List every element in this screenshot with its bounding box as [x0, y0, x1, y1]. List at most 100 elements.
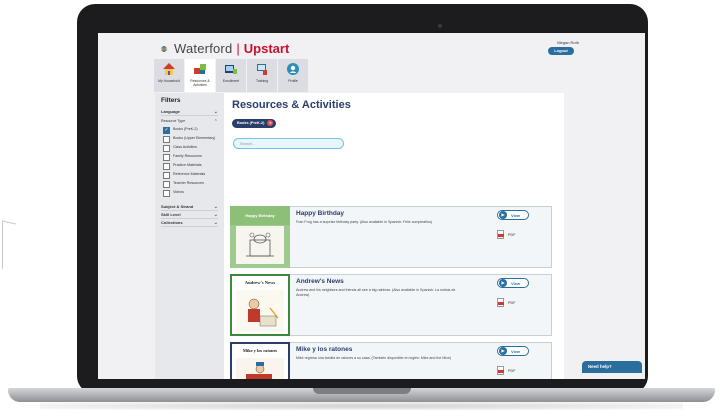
chevron-down-icon: ⌄ — [213, 108, 218, 115]
checkbox-practice-materials[interactable]: Practice Materials — [163, 163, 218, 170]
pdf-icon — [497, 298, 504, 307]
filter-subject-strand[interactable]: Subject & Strand ⌄ — [161, 203, 218, 211]
checkbox-books-upper-elementary[interactable]: Books (Upper Elementary) — [163, 136, 218, 143]
pdf-label: PDF — [508, 368, 516, 373]
checkbox-checked-icon: ✓ — [163, 127, 170, 134]
nav-my-household[interactable]: My Household — [154, 59, 184, 92]
logo-mark-icon — [158, 43, 170, 55]
card-description: Mike regresa una familia de ratones a su… — [296, 356, 452, 360]
cover-illustration-icon — [236, 358, 284, 379]
checkbox-icon — [163, 172, 170, 179]
brand-product: Upstart — [243, 41, 290, 56]
checkbox-label: Teacher Resources — [173, 181, 204, 185]
resource-card: Mike y los ratones Mike y los ratones Mi… — [230, 342, 552, 379]
pdf-icon — [497, 366, 504, 375]
logout-button[interactable]: Logout — [548, 47, 574, 55]
nav-label: Enrollment — [222, 79, 240, 83]
need-help-button[interactable]: Need help? — [582, 361, 642, 373]
chevron-up-icon: ⌃ — [213, 119, 218, 125]
camera-dot — [438, 24, 442, 28]
checkbox-icon — [163, 181, 170, 188]
thumb-title: Andrew's News — [244, 280, 276, 285]
user-name: Megan Roth — [557, 40, 579, 45]
filter-label: Language — [161, 109, 180, 114]
card-actions: ▶ View PDF — [497, 210, 553, 239]
play-icon: ▶ — [499, 211, 507, 219]
pdf-link[interactable]: PDF — [497, 230, 553, 239]
chevron-down-icon: ⌄ — [213, 219, 218, 226]
brand-word: Waterford — [174, 41, 233, 56]
book-cover-thumbnail[interactable]: Happy Birthday — [230, 206, 290, 268]
nav-label: Profile — [288, 79, 298, 83]
pdf-label: PDF — [508, 300, 516, 305]
checkbox-icon — [163, 136, 170, 143]
pdf-link[interactable]: PDF — [497, 298, 553, 307]
view-button[interactable]: ▶ View — [497, 278, 529, 288]
nav-enrollment[interactable]: Enrollment — [216, 59, 246, 92]
brand-separator: | — [236, 41, 240, 56]
checkbox-family-resources[interactable]: Family Resources — [163, 154, 218, 161]
checkbox-label: Books (Upper Elementary) — [173, 136, 216, 140]
card-description: Fran Frog has a surprise birthday party.… — [296, 220, 433, 224]
checkbox-label: Class Activities — [173, 145, 197, 149]
filter-resource-type[interactable]: Resource Type ⌃ — [161, 119, 218, 125]
nav-label: My Household — [158, 79, 180, 83]
checkbox-reference-materials[interactable]: Reference Materials — [163, 172, 218, 179]
filter-skill-level[interactable]: Skill Level ⌄ — [161, 211, 218, 219]
checkbox-icon — [163, 154, 170, 161]
checkbox-icon — [163, 145, 170, 152]
active-filter-chip[interactable]: Books (PreK-2) × — [232, 118, 277, 128]
filter-language[interactable]: Language ⌄ — [161, 108, 218, 116]
profile-icon — [287, 63, 299, 75]
checkbox-icon — [163, 163, 170, 170]
filter-label: Subject & Strand — [161, 204, 194, 209]
view-button[interactable]: ▶ View — [497, 346, 529, 356]
chip-label: Books (PreK-2) — [237, 121, 265, 125]
app-header: Waterford | Upstart Megan Roth Logout My… — [98, 33, 645, 93]
nav-resources-activities[interactable]: Resources & Activities — [185, 59, 215, 92]
view-button[interactable]: ▶ View — [497, 210, 529, 220]
filter-label: Collections — [161, 220, 183, 225]
filter-collections[interactable]: Collections ⌄ — [161, 219, 218, 227]
checkbox-books-prek2[interactable]: ✓ Books (PreK-2) — [163, 127, 218, 134]
resource-card: Happy Birthday Happy Birthday Fran Frog … — [230, 206, 552, 268]
nav-training[interactable]: Training — [247, 59, 277, 92]
chevron-down-icon: ⌄ — [213, 211, 218, 218]
checkbox-videos[interactable]: Videos — [163, 190, 218, 197]
pdf-link[interactable]: PDF — [497, 366, 553, 375]
book-cover-thumbnail[interactable]: Mike y los ratones — [230, 342, 290, 379]
nav-profile[interactable]: Profile — [278, 59, 308, 92]
page-title: Resources & Activities — [232, 99, 351, 111]
checkbox-class-activities[interactable]: Class Activities — [163, 145, 218, 152]
pdf-icon — [497, 230, 504, 239]
checkbox-label: Reference Materials — [173, 172, 206, 176]
remove-filter-icon[interactable]: × — [267, 120, 274, 126]
main-content: Resources & Activities Books (PreK-2) × … — [224, 93, 564, 379]
view-label: View — [511, 348, 521, 354]
laptop-notch — [313, 388, 411, 394]
thumb-title: Happy Birthday — [230, 206, 290, 225]
checkbox-label: Family Resources — [173, 154, 202, 158]
filter-label: Resource Type — [161, 119, 186, 123]
checkbox-teacher-resources[interactable]: Teacher Resources — [163, 181, 218, 188]
enrollment-icon — [225, 65, 237, 74]
view-label: View — [511, 212, 521, 218]
filter-label: Skill Level — [161, 212, 181, 217]
nav-label: Training — [255, 79, 269, 83]
play-icon: ▶ — [499, 347, 507, 355]
training-icon — [257, 64, 267, 75]
puzzle-icon — [194, 64, 206, 74]
brand-logo[interactable]: Waterford | Upstart — [158, 41, 289, 56]
decorative-line — [2, 220, 16, 272]
play-icon: ▶ — [499, 279, 507, 287]
resource-card: Andrew's News Andrew's News Andrew and h… — [230, 274, 552, 336]
laptop-shadow — [40, 402, 683, 410]
filters-title: Filters — [161, 97, 181, 104]
search-input[interactable]: Search... — [233, 138, 344, 149]
cover-illustration-icon — [236, 226, 284, 264]
cover-illustration-icon — [236, 290, 284, 332]
main-nav: My Household Resources & Activities Enro… — [154, 59, 308, 92]
checkbox-label: Practice Materials — [173, 163, 202, 167]
checkbox-label: Videos — [173, 190, 184, 194]
book-cover-thumbnail[interactable]: Andrew's News — [230, 274, 290, 336]
